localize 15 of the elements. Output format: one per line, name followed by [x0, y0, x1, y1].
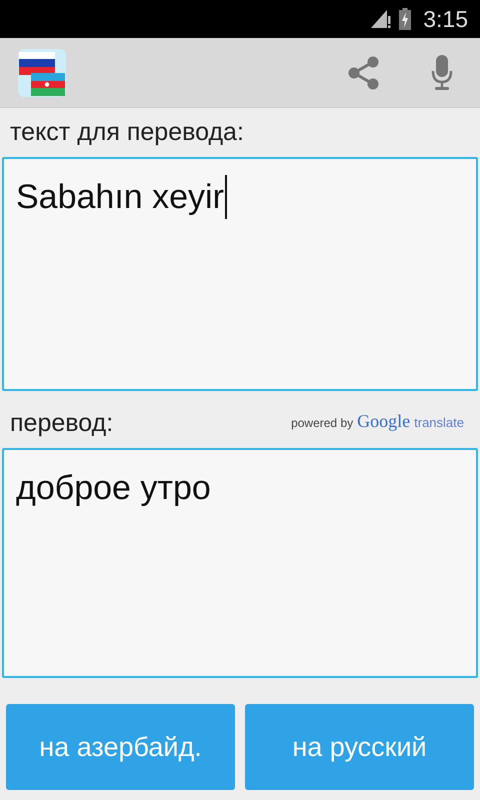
- flags-app-icon[interactable]: [18, 48, 66, 96]
- translation-text: доброе утро: [16, 469, 211, 507]
- clock-time: 3:15: [423, 6, 468, 32]
- source-text: Sabahın xeyir: [16, 177, 224, 218]
- source-label: текст для перевода:: [9, 117, 245, 147]
- signal-icon: [371, 10, 392, 28]
- text-cursor: [224, 175, 227, 219]
- microphone-icon[interactable]: [430, 54, 454, 90]
- translation-text-field[interactable]: доброе утро: [2, 448, 478, 678]
- brand-logo-text: Google: [357, 411, 410, 432]
- translation-label: перевод:: [9, 408, 114, 438]
- brand-suffix-text: translate: [414, 415, 464, 430]
- source-text-field[interactable]: Sabahın xeyir: [2, 157, 478, 391]
- battery-charging-icon: [399, 8, 412, 30]
- powered-by-text: powered by: [291, 416, 354, 430]
